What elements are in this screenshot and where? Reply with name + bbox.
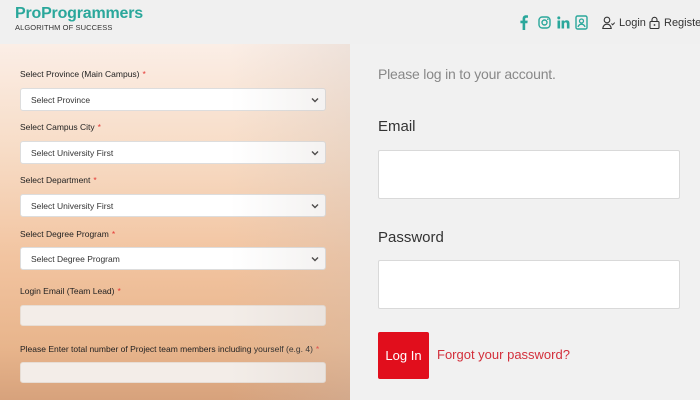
forgot-password-link[interactable]: Forgot your password? xyxy=(437,347,570,362)
site-logo[interactable]: ProProgrammers ALGORITHM OF SUCCESS xyxy=(15,5,143,33)
login-panel: Please log in to your account. Email Pas… xyxy=(350,44,700,400)
login-button[interactable]: Log In xyxy=(378,332,429,379)
password-field[interactable] xyxy=(378,260,680,309)
register-link[interactable]: Register xyxy=(649,16,700,29)
chevron-down-icon xyxy=(311,98,319,103)
required-marker: * xyxy=(111,229,116,239)
site-header: ProProgrammers ALGORITHM OF SUCCESS Logi… xyxy=(0,0,700,44)
campus-city-select[interactable]: Select University First xyxy=(20,141,326,164)
team-members-label: Please Enter total number of Project tea… xyxy=(20,344,320,354)
chevron-down-icon xyxy=(311,151,319,156)
required-marker: * xyxy=(117,286,121,296)
required-marker: * xyxy=(93,175,97,185)
facebook-icon[interactable] xyxy=(518,12,530,32)
chevron-down-icon xyxy=(311,204,319,209)
linkedin-icon[interactable] xyxy=(555,12,571,32)
email-field[interactable] xyxy=(378,150,680,199)
required-marker: * xyxy=(142,69,146,79)
register-link-label: Register xyxy=(664,16,700,29)
city-label: Select Campus City * xyxy=(20,122,101,132)
team-lead-email-input[interactable] xyxy=(20,305,326,326)
logo-title: ProProgrammers xyxy=(15,5,143,22)
email-label: Email xyxy=(378,118,416,135)
logo-tagline: ALGORITHM OF SUCCESS xyxy=(15,23,113,32)
team-lead-email-label: Login Email (Team Lead) * xyxy=(20,286,121,296)
degree-label: Select Degree Program * xyxy=(20,229,116,239)
required-marker: * xyxy=(97,122,101,132)
required-marker: * xyxy=(315,344,320,354)
province-select[interactable]: Select Province xyxy=(20,88,326,111)
login-link-label: Login xyxy=(619,16,646,29)
province-label: Select Province (Main Campus) * xyxy=(20,69,146,79)
password-label: Password xyxy=(378,229,444,246)
registration-form-panel: Select Province (Main Campus) * Select Pr… xyxy=(0,44,350,400)
degree-program-select[interactable]: Select Degree Program xyxy=(20,247,326,270)
login-link[interactable]: Login xyxy=(602,16,646,29)
department-select[interactable]: Select University First xyxy=(20,194,326,217)
instagram-icon[interactable] xyxy=(536,12,552,32)
user-icon xyxy=(602,16,615,29)
lock-icon xyxy=(649,16,660,29)
team-members-input[interactable] xyxy=(20,362,326,383)
department-label: Select Department * xyxy=(20,175,97,185)
contact-icon[interactable] xyxy=(573,12,589,32)
chevron-down-icon xyxy=(311,257,319,262)
login-heading: Please log in to your account. xyxy=(378,66,556,82)
